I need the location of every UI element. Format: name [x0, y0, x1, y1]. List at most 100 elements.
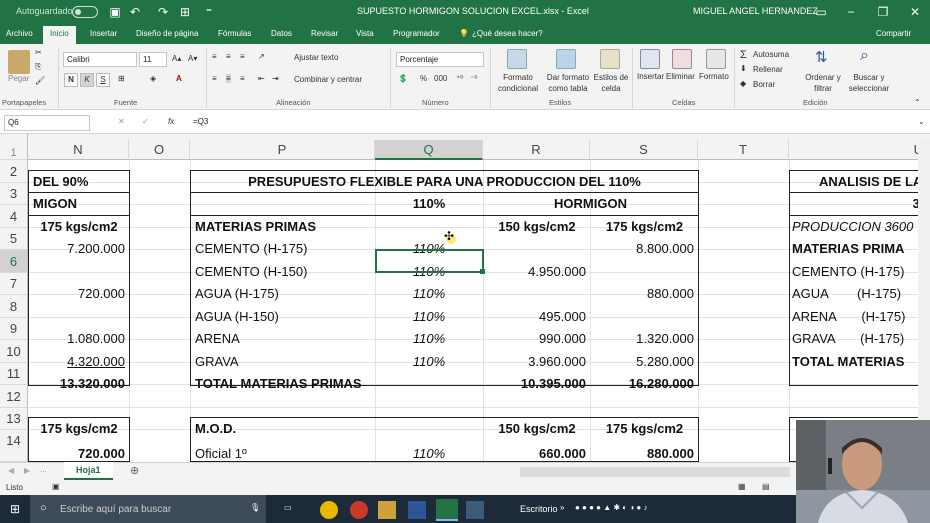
- cell-s9[interactable]: 1.320.000: [592, 328, 697, 350]
- row-header-12[interactable]: 12: [0, 385, 28, 408]
- row-header-14[interactable]: 14: [0, 430, 28, 462]
- grow-font-icon[interactable]: A▴: [172, 54, 181, 63]
- macro-record-icon[interactable]: ▣: [52, 482, 60, 491]
- cell-n4[interactable]: 175 kgs/cm2: [30, 216, 128, 238]
- cell-s11[interactable]: 16.280.000: [592, 373, 697, 395]
- format-table-button[interactable]: Dar formato como tabla: [542, 72, 594, 94]
- row-header-6[interactable]: 6: [0, 250, 28, 273]
- cell-p11[interactable]: TOTAL MATERIAS PRIMAS: [192, 373, 374, 395]
- copy-icon[interactable]: ⎘: [35, 62, 41, 72]
- redo-icon[interactable]: ↷: [154, 3, 172, 21]
- sort-filter-icon[interactable]: ⇅: [815, 48, 828, 66]
- format-cells-icon[interactable]: [706, 49, 726, 69]
- word-icon[interactable]: [408, 501, 426, 519]
- column-header-s[interactable]: S: [590, 140, 698, 160]
- delete-cells-icon[interactable]: [672, 49, 692, 69]
- align-bottom-icon[interactable]: ≡: [240, 52, 245, 61]
- italic-button[interactable]: K: [80, 73, 94, 87]
- cut-icon[interactable]: ✂: [35, 48, 42, 57]
- font-color-icon[interactable]: A: [176, 74, 182, 83]
- cell-p10[interactable]: GRAVA: [192, 351, 374, 373]
- cell-r4[interactable]: 150 kgs/cm2: [485, 216, 589, 238]
- insert-cells-button[interactable]: Insertar: [637, 72, 664, 81]
- row-header-11[interactable]: 11: [0, 363, 28, 385]
- cell-u10[interactable]: TOTAL MATERIAS: [789, 351, 919, 373]
- insert-function-icon[interactable]: fx: [168, 117, 174, 126]
- worksheet-grid[interactable]: N O P Q R S T U 1 2 3 4 5 6 7 8 9 10 11 …: [0, 134, 930, 462]
- align-top-icon[interactable]: ≡: [212, 52, 217, 61]
- cell-p13[interactable]: M.O.D.: [192, 418, 374, 440]
- decrease-decimal-icon[interactable]: ⁻⁰: [470, 74, 477, 83]
- vertical-scrollbar[interactable]: [918, 140, 930, 462]
- cell-u3[interactable]: 36: [791, 193, 930, 215]
- orientation-icon[interactable]: ↗: [258, 52, 265, 61]
- font-name-select[interactable]: Calibri: [63, 52, 137, 67]
- cell-s10[interactable]: 5.280.000: [592, 351, 697, 373]
- cancel-entry-icon[interactable]: ✕: [118, 117, 125, 126]
- column-header-u[interactable]: U: [789, 140, 930, 160]
- app-icon-red[interactable]: [350, 501, 368, 519]
- tab-programador[interactable]: Programador: [393, 29, 440, 38]
- autosum-button[interactable]: Autosuma: [753, 50, 789, 59]
- toolbar-expand-icon[interactable]: »: [560, 503, 564, 512]
- cell-q5[interactable]: 110%: [377, 238, 481, 260]
- decrease-indent-icon[interactable]: ⇤: [258, 74, 265, 83]
- cell-u7[interactable]: AGUA (H-175): [789, 283, 919, 305]
- row-header-3[interactable]: 3: [0, 183, 28, 205]
- percent-icon[interactable]: %: [420, 74, 427, 83]
- merge-center-button[interactable]: Combinar y centrar: [294, 75, 362, 84]
- cell-p7[interactable]: AGUA (H-175): [192, 283, 374, 305]
- ribbon-display-icon[interactable]: ▭: [806, 0, 836, 24]
- paste-icon[interactable]: [8, 50, 30, 74]
- minimize-button[interactable]: −: [836, 0, 866, 24]
- cell-n5[interactable]: 7.200.000: [30, 238, 128, 260]
- row-header-7[interactable]: 7: [0, 273, 28, 295]
- format-cells-button[interactable]: Formato: [699, 72, 729, 81]
- tab-datos[interactable]: Datos: [271, 29, 292, 38]
- close-button[interactable]: ✕: [900, 0, 930, 24]
- horizontal-scrollbar[interactable]: [520, 467, 790, 477]
- align-center-icon[interactable]: ≡: [226, 74, 231, 83]
- fill-icon[interactable]: ⬇: [740, 64, 747, 73]
- column-header-q[interactable]: Q: [375, 140, 483, 160]
- cell-n7[interactable]: 720.000: [30, 283, 128, 305]
- cell-n10[interactable]: 4.320.000: [30, 351, 128, 373]
- bold-button[interactable]: N: [64, 73, 78, 87]
- font-size-select[interactable]: 11: [139, 52, 167, 67]
- cell-s14[interactable]: 880.000: [592, 443, 697, 462]
- row-header-4[interactable]: 4: [0, 205, 28, 228]
- next-sheet-icon[interactable]: ▶: [24, 466, 30, 475]
- wrap-text-button[interactable]: Ajustar texto: [294, 53, 338, 62]
- row-header-2[interactable]: 2: [0, 160, 28, 183]
- cell-r6[interactable]: 4.950.000: [485, 261, 589, 283]
- tab-formulas[interactable]: Fórmulas: [218, 29, 251, 38]
- fill-handle[interactable]: [480, 269, 485, 274]
- cell-n2[interactable]: DEL 90%: [30, 171, 128, 193]
- format-table-icon[interactable]: [556, 49, 576, 69]
- tab-inicio[interactable]: Inicio: [43, 26, 76, 44]
- tab-revisar[interactable]: Revisar: [311, 29, 338, 38]
- cell-q9[interactable]: 110%: [377, 328, 481, 350]
- cell-q3[interactable]: 110%: [377, 193, 481, 215]
- tab-diseno-pagina[interactable]: Diseño de página: [136, 29, 198, 38]
- cell-p6[interactable]: CEMENTO (H-150): [192, 261, 374, 283]
- new-sheet-icon[interactable]: ⊕: [130, 464, 139, 477]
- cell-p2-title[interactable]: PRESUPUESTO FLEXIBLE PARA UNA PRODUCCION…: [192, 171, 697, 193]
- desktop-toolbar-label[interactable]: Escritorio: [520, 504, 558, 514]
- confirm-entry-icon[interactable]: ✓: [142, 117, 149, 126]
- cell-r8[interactable]: 495.000: [485, 306, 589, 328]
- tray-icons[interactable]: ● ● ● ● ▲ ✱ ◐ ◑ ● ♪: [575, 503, 647, 512]
- align-middle-icon[interactable]: ≡: [226, 52, 231, 61]
- underline-button[interactable]: S: [96, 73, 110, 87]
- excel-icon[interactable]: [436, 499, 458, 521]
- microphone-icon[interactable]: 🎙: [250, 503, 260, 512]
- cell-styles-button[interactable]: Estilos de celda: [592, 72, 630, 94]
- cell-n13[interactable]: 175 kgs/cm2: [30, 418, 128, 440]
- row-header-5[interactable]: 5: [0, 228, 28, 250]
- cell-p4[interactable]: MATERIAS PRIMAS: [192, 216, 374, 238]
- find-select-icon[interactable]: ⌕: [860, 47, 869, 65]
- cell-s4[interactable]: 175 kgs/cm2: [592, 216, 697, 238]
- cell-n14[interactable]: 720.000: [30, 443, 128, 462]
- row-header-8[interactable]: 8: [0, 295, 28, 318]
- column-header-n[interactable]: N: [28, 140, 129, 160]
